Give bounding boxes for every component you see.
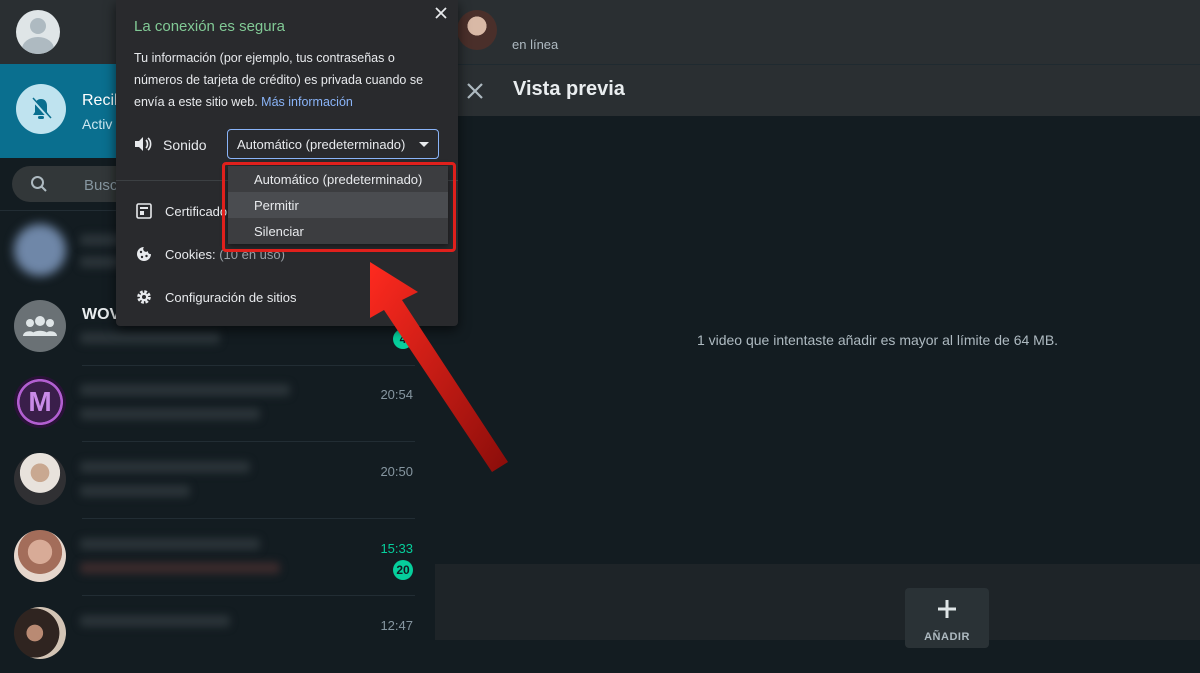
group-avatar <box>14 300 66 352</box>
contact-status: en línea <box>512 37 559 52</box>
preview-error-text: 1 video que intentaste añadir es mayor a… <box>696 332 1059 348</box>
blurred-preview <box>80 332 220 344</box>
my-profile-avatar[interactable] <box>16 10 60 54</box>
chevron-down-icon <box>419 142 429 147</box>
blurred-preview <box>80 408 260 420</box>
group-icon <box>23 316 57 336</box>
chat-time: 20:50 <box>380 464 413 479</box>
blurred-preview <box>80 562 280 574</box>
preview-title: Vista previa <box>513 78 625 100</box>
chat-list-item[interactable]: 15:33 20 <box>0 518 435 596</box>
blurred-name <box>80 615 230 627</box>
unread-badge: 4 <box>393 329 413 349</box>
blurred-name <box>80 384 290 396</box>
chat-time: 15:33 <box>380 541 413 556</box>
notification-title: Recil <box>82 92 118 109</box>
connection-description: Tu información (por ejemplo, tus contras… <box>134 47 429 113</box>
avatar-head <box>30 18 46 34</box>
sound-label: Sonido <box>163 137 207 153</box>
cookie-icon <box>137 247 151 261</box>
chat-avatar <box>14 530 66 582</box>
annotation-highlight-box <box>222 162 456 252</box>
add-file-button[interactable]: AÑADIR <box>905 588 989 648</box>
chat-time: 20:54 <box>380 387 413 402</box>
bell-off-icon <box>16 84 66 134</box>
preview-header: Vista previa <box>435 64 1200 117</box>
chat-name: WOV <box>82 306 121 323</box>
close-icon[interactable] <box>434 6 448 20</box>
preview-error-message: 1 video que intentaste añadir es mayor a… <box>435 332 1200 348</box>
add-file-label: AÑADIR <box>924 631 970 643</box>
conversation-header[interactable]: en línea <box>435 0 1200 64</box>
unread-badge: 20 <box>393 560 413 580</box>
sound-select-value: Automático (predeterminado) <box>237 137 406 152</box>
more-info-link[interactable]: Más información <box>261 95 353 109</box>
chat-avatar <box>14 224 66 276</box>
chat-list-item[interactable]: 12:47 <box>0 595 435 673</box>
certificate-icon <box>136 203 152 219</box>
chat-list-item[interactable]: M 20:54 <box>0 364 435 442</box>
search-icon <box>31 176 47 192</box>
plus-icon <box>938 600 956 618</box>
blurred-name <box>80 538 260 550</box>
preview-body: 1 video que intentaste añadir es mayor a… <box>435 116 1200 564</box>
notification-subtitle: Activ <box>82 116 113 132</box>
certificate-label: Certificado <box>165 204 228 219</box>
site-settings-label: Configuración de sitios <box>165 290 297 305</box>
contact-avatar[interactable] <box>457 10 497 50</box>
blurred-preview <box>80 485 190 497</box>
chat-avatar <box>14 453 66 505</box>
chat-time: 12:47 <box>380 618 413 633</box>
chat-list-item[interactable]: 20:50 <box>0 441 435 519</box>
gear-icon <box>137 290 151 304</box>
preview-footer: AÑADIR <box>435 564 1200 648</box>
chat-avatar <box>14 607 66 659</box>
close-icon[interactable] <box>463 79 487 103</box>
blurred-name <box>80 461 250 473</box>
speaker-icon <box>135 137 152 151</box>
connection-secure-title: La conexión es segura <box>134 18 285 35</box>
sound-setting-select[interactable]: Automático (predeterminado) <box>227 129 439 159</box>
cookies-label-text: Cookies: <box>165 247 216 262</box>
avatar-body <box>22 37 54 54</box>
chat-avatar: M <box>14 376 66 428</box>
